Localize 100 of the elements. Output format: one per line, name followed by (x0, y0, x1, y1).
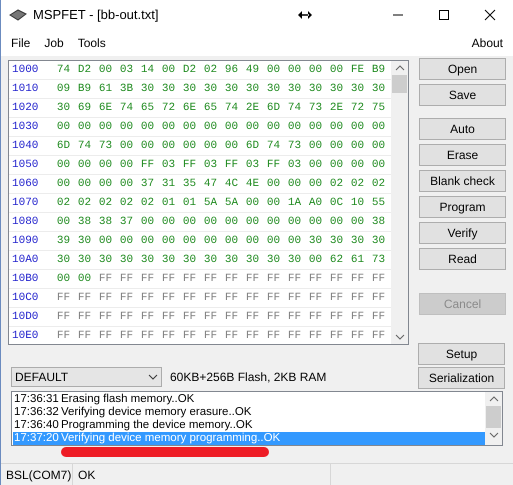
byte-cell-text: 00 (98, 176, 114, 192)
byte-cell-text: 02 (76, 196, 92, 211)
byte-cell-text: 30 (244, 82, 260, 97)
byte-cell-text: 00 (286, 176, 302, 192)
byte-cell-text: 00 (266, 214, 282, 230)
log-entry[interactable]: 17:36:40 Programming the device memory..OK (13, 419, 485, 432)
byte-cell-text: B9 (76, 82, 92, 97)
byte-cell-text: 00 (350, 120, 366, 135)
byte-cell-text: 00 (182, 120, 198, 135)
byte-cell-text: 30 (98, 252, 114, 268)
byte-cell-text: 02 (98, 196, 114, 211)
byte-cell-text: 6D (244, 138, 260, 154)
byte-cell-text: FF (308, 310, 324, 325)
byte-cell-text: 00 (244, 196, 260, 211)
scrollbar[interactable] (391, 61, 408, 344)
byte-cell-text: 03 (118, 62, 134, 78)
byte-cell-text: 30 (140, 82, 156, 97)
byte-cell-text: FF (118, 290, 134, 306)
byte-cell-text: FF (56, 328, 72, 344)
byte-cell-text: 00 (56, 120, 72, 135)
byte-cell-text: 00 (182, 214, 198, 230)
byte-cell-text: FF (350, 310, 366, 325)
byte-cell-text: 00 (286, 234, 302, 249)
byte-cell-text: FF (350, 290, 366, 306)
byte-cell-text: FF (286, 328, 302, 344)
byte-cell-text: 01 (182, 196, 198, 211)
menu-item[interactable]: File (4, 34, 38, 52)
byte-cell-text: 6E (182, 100, 198, 116)
byte-cell-text: FF (118, 328, 134, 344)
byte-cell-text: 02 (56, 196, 72, 211)
byte-cell-text: 00 (98, 62, 114, 78)
action-button[interactable]: Open (419, 58, 506, 80)
byte-cell-text: 00 (244, 214, 260, 230)
byte-cell-text: 00 (350, 214, 366, 230)
byte-cell-text: 00 (160, 62, 176, 78)
byte-cell-text: 00 (370, 120, 386, 135)
log-entry[interactable]: 17:36:32 Verifying device memory erasure..OK (13, 406, 485, 419)
log-entry[interactable]: 17:36:31 Erasing flash memory..OK (13, 393, 485, 406)
scroll-thumb[interactable] (392, 75, 407, 93)
byte-cell-text: FF (266, 272, 282, 287)
menu-item[interactable]: About (464, 34, 510, 52)
menu-item[interactable]: Tools (70, 34, 113, 52)
action-button[interactable]: Auto (419, 118, 506, 140)
byte-cell-text: 49 (244, 62, 260, 78)
byte-cell-text: 00 (118, 158, 134, 173)
action-button[interactable]: Serialization (418, 367, 505, 389)
byte-cell-text: 02 (140, 196, 156, 211)
scrollbar[interactable] (485, 392, 502, 445)
menu-item[interactable]: Job (37, 34, 71, 52)
byte-cell-text: 61 (98, 82, 114, 97)
action-button[interactable]: Program (419, 196, 506, 218)
byte-cell-text: FF (328, 272, 344, 287)
byte-cell-text: 4C (224, 176, 240, 192)
action-button[interactable]: Read (419, 248, 506, 270)
chevron-down-icon (148, 374, 158, 380)
byte-cell-text: 02 (350, 176, 366, 192)
byte-cell-text: 00 (56, 214, 72, 230)
byte-cell-text: FF (182, 310, 198, 325)
byte-cell-text: 30 (308, 82, 324, 97)
byte-cell-text: 00 (286, 62, 302, 78)
byte-cell-text: 72 (160, 100, 176, 116)
byte-cell-text: 3B (118, 82, 134, 97)
byte-cell-text: 00 (224, 120, 240, 135)
byte-cell-text: 5A (224, 196, 240, 211)
byte-cell-text: FF (308, 328, 324, 344)
action-button[interactable]: Blank check (419, 170, 506, 192)
byte-cell-text: 30 (350, 82, 366, 97)
action-button[interactable]: Erase (419, 144, 506, 166)
byte-cell-text: 00 (244, 120, 260, 135)
byte-cell-text: 03 (244, 158, 260, 173)
byte-cell-text: 30 (118, 252, 134, 268)
byte-cell-text: 2E (244, 100, 260, 116)
action-button[interactable]: Save (419, 84, 506, 106)
byte-cell-text: 62 (328, 252, 344, 268)
byte-cell-text: D2 (76, 62, 92, 78)
byte-cell-text: 00 (140, 120, 156, 135)
byte-cell-text: FF (160, 272, 176, 287)
byte-cell-text: FF (370, 328, 386, 344)
byte-cell-text: 00 (350, 158, 366, 173)
byte-cell-text: FF (224, 328, 240, 344)
device-dropdown[interactable]: DEFAULT (11, 367, 162, 387)
byte-cell-text: 00 (266, 62, 282, 78)
byte-cell-text: 00 (308, 252, 324, 268)
byte-cell-text: 00 (202, 214, 218, 230)
byte-cell-text: 47 (202, 176, 218, 192)
byte-cell-text: FF (350, 272, 366, 287)
byte-cell-text: 00 (140, 138, 156, 154)
byte-cell-text: FF (350, 328, 366, 344)
byte-cell-text: 03 (286, 158, 302, 173)
byte-cell-text: FF (328, 328, 344, 344)
byte-cell-text: FF (202, 290, 218, 306)
byte-cell-text: 38 (76, 214, 92, 230)
byte-cell-text: FF (370, 310, 386, 325)
action-button[interactable]: Verify (419, 222, 506, 244)
scroll-thumb[interactable] (486, 406, 501, 428)
byte-cell-text: 02 (202, 62, 218, 78)
byte-cell-text: 65 (140, 100, 156, 116)
byte-cell-text: FF (266, 328, 282, 344)
action-button[interactable]: Setup (418, 343, 505, 365)
byte-cell-text: 73 (308, 100, 324, 116)
